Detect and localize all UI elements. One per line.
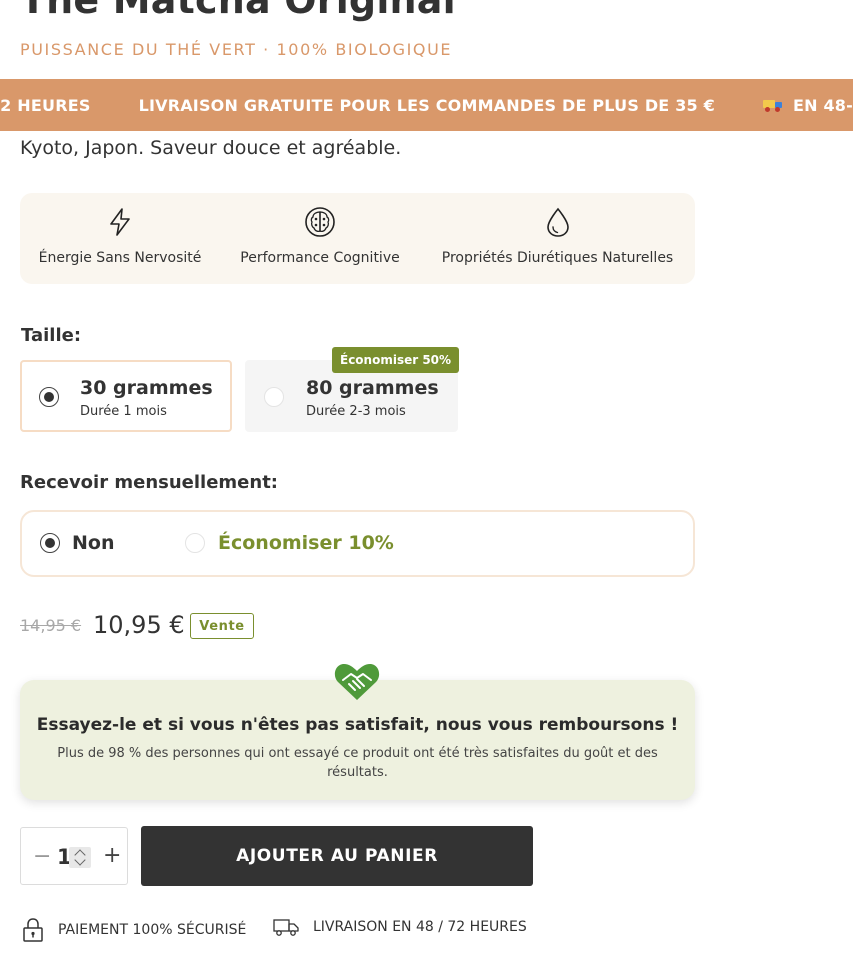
- size-option-30g[interactable]: 30 grammes Durée 1 mois: [20, 360, 232, 432]
- banner-item-text: LIVRAISON GRATUITE POUR LES COMMANDES DE…: [138, 95, 715, 115]
- guarantee-title: Essayez-le et si vous n'êtes pas satisfa…: [36, 715, 679, 735]
- shipping-banner: -72 HEURES LIVRAISON GRATUITE POUR LES C…: [0, 79, 853, 131]
- quantity-increase-button[interactable]: +: [103, 843, 121, 868]
- trust-payment-text: PAIEMENT 100% SÉCURISÉ: [58, 922, 247, 938]
- original-price: 14,95 €: [20, 616, 82, 635]
- trust-delivery-text: LIVRAISON EN 48 / 72 HEURES: [313, 919, 527, 935]
- product-description: Kyoto, Japon. Saveur douce et agréable.: [20, 137, 402, 159]
- guarantee-text: Plus de 98 % des personnes qui ont essay…: [57, 746, 658, 780]
- trust-payment: PAIEMENT 100% SÉCURISÉ: [22, 917, 246, 943]
- benefit-diuretic: Propriétés Diurétiques Naturelles: [420, 193, 695, 284]
- benefit-energy: Énergie Sans Nervosité: [20, 193, 220, 284]
- benefit-label: Énergie Sans Nervosité: [38, 250, 202, 266]
- banner-item-text: EN 48-7: [792, 95, 853, 115]
- brain-icon: [305, 207, 335, 237]
- size-radio[interactable]: [264, 387, 284, 407]
- size-option-duration: Durée 2-3 mois: [306, 404, 406, 419]
- subscription-option-no[interactable]: Non: [72, 532, 114, 554]
- subscription-radio-no[interactable]: [40, 533, 60, 553]
- banner-track: -72 HEURES LIVRAISON GRATUITE POUR LES C…: [0, 79, 853, 131]
- banner-item-text: -72 HEURES: [0, 95, 91, 115]
- banner-item: -72 HEURES: [0, 96, 91, 115]
- lock-icon: [23, 918, 43, 942]
- size-option-duration: Durée 1 mois: [80, 404, 167, 419]
- benefit-cognitive: Performance Cognitive: [220, 193, 420, 284]
- product-subtitle: PUISSANCE DU THÉ VERT · 100% BIOLOGIQUE: [20, 40, 453, 59]
- sale-badge: Vente: [190, 613, 254, 639]
- product-title: Thé Matcha Original: [20, 0, 456, 22]
- quantity-spinner[interactable]: [69, 847, 91, 868]
- trust-delivery: LIVRAISON EN 48 / 72 HEURES: [273, 917, 527, 937]
- handshake-heart-icon: [334, 664, 380, 700]
- benefit-label: Performance Cognitive: [240, 250, 400, 266]
- subscription-radio-yes[interactable]: [185, 533, 205, 553]
- banner-item: EN 48-7: [762, 95, 853, 115]
- lightning-icon: [110, 208, 130, 236]
- water-drop-icon: [546, 207, 569, 237]
- delivery-truck-icon: [762, 98, 783, 112]
- benefit-label: Propriétés Diurétiques Naturelles: [441, 250, 674, 266]
- banner-item: LIVRAISON GRATUITE POUR LES COMMANDES DE…: [139, 96, 715, 115]
- quantity-decrease-button[interactable]: −: [33, 844, 51, 869]
- add-to-cart-button[interactable]: AJOUTER AU PANIER: [141, 826, 533, 886]
- delivery-truck-icon: [273, 919, 299, 936]
- savings-badge: Économiser 50%: [332, 347, 460, 373]
- size-option-title: 80 grammes: [306, 377, 439, 399]
- quantity-stepper[interactable]: − 1 +: [20, 827, 128, 885]
- subscription-label: Recevoir mensuellement:: [20, 472, 279, 493]
- subscription-option-save[interactable]: Économiser 10%: [218, 532, 394, 554]
- current-price: 10,95 €: [93, 611, 185, 639]
- subscription-options: Non Économiser 10%: [20, 510, 695, 577]
- size-radio[interactable]: [39, 387, 59, 407]
- size-label: Taille:: [21, 325, 82, 346]
- size-option-title: 30 grammes: [80, 377, 213, 399]
- benefits-panel: Énergie Sans Nervosité Performance Cogni…: [20, 193, 695, 284]
